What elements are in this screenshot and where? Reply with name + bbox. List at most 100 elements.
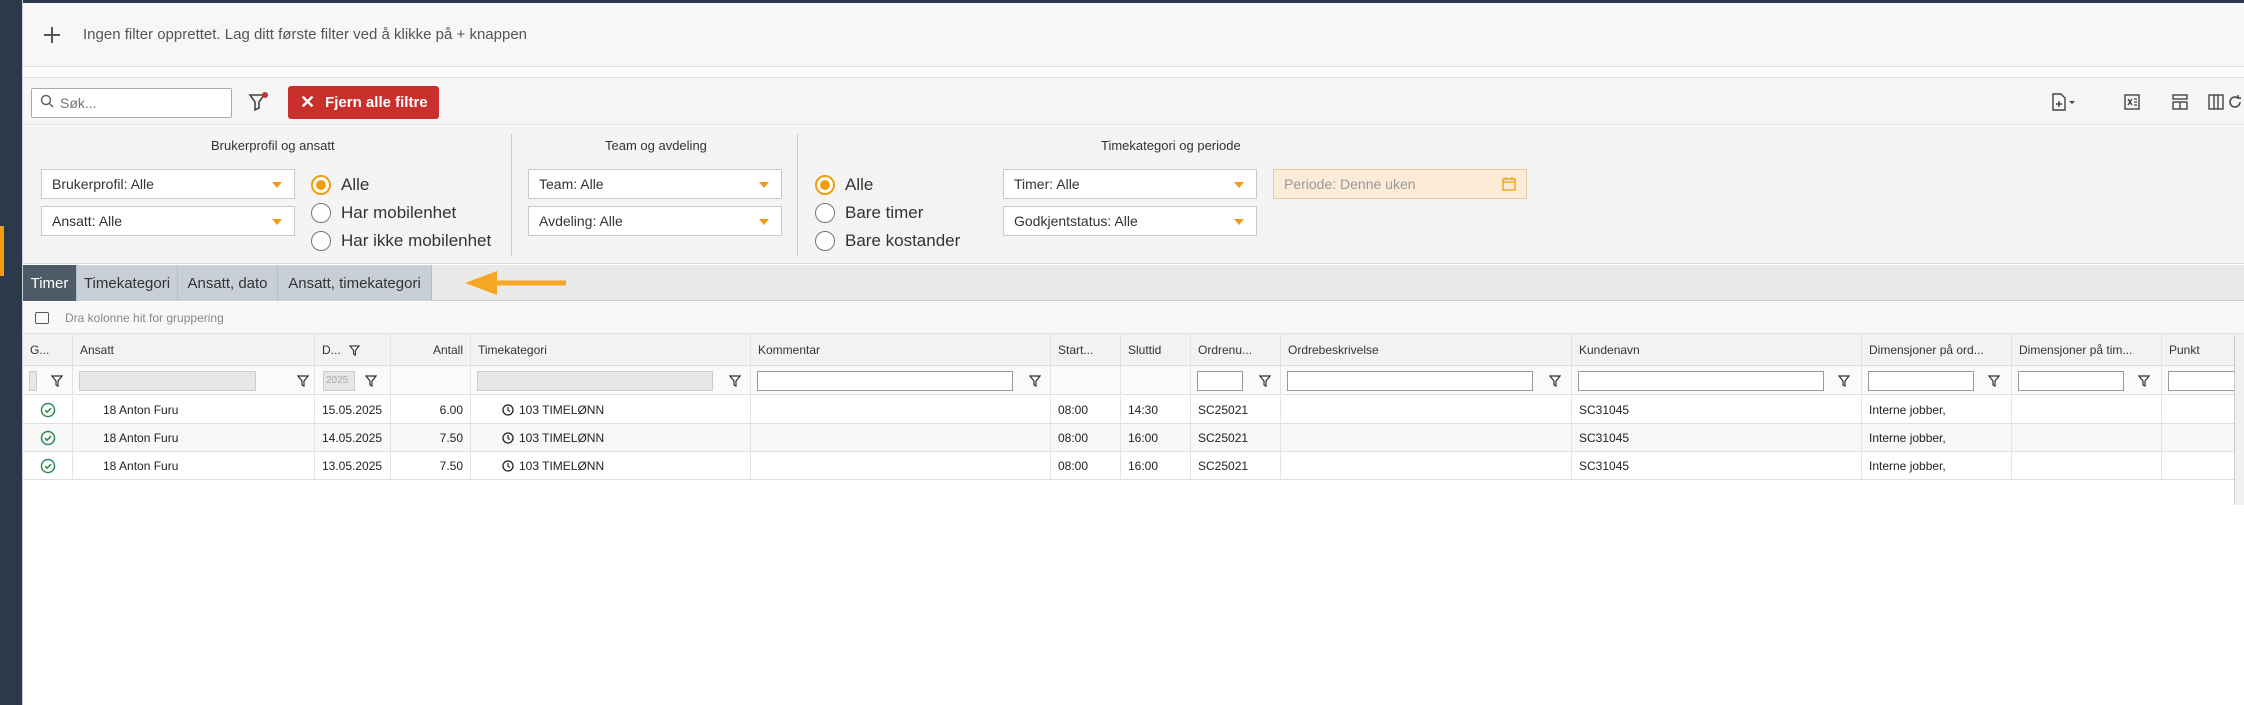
clear-all-filters-button[interactable]: ✕ Fjern alle filtre [288, 86, 439, 119]
radio-label: Alle [845, 175, 874, 194]
new-document-icon[interactable] [2050, 88, 2078, 116]
end-time-cell-text: 16:00 [1128, 459, 1159, 473]
group-title-team: Team og avdeling [605, 138, 707, 153]
column-header-sluttid[interactable]: Sluttid [1121, 334, 1191, 366]
radio-only-hours[interactable]: Bare timer [815, 203, 923, 223]
approval-status-dropdown[interactable]: Godkjentstatus: Alle [1003, 206, 1257, 236]
no-filter-message: Ingen filter opprettet. Lag ditt første … [83, 26, 528, 43]
filter-icon[interactable] [297, 374, 309, 387]
period-picker[interactable]: Periode: Denne uken [1273, 169, 1527, 199]
filter-icon[interactable] [1259, 374, 1271, 387]
excel-export-icon[interactable] [2118, 88, 2146, 116]
radio-indicator [311, 231, 331, 251]
filter-icon[interactable] [2138, 374, 2150, 387]
dim-order-filter-box[interactable] [1868, 370, 1974, 391]
punkt-cell [2162, 452, 2244, 480]
filter-row: 2025 [23, 366, 2244, 395]
filter-icon[interactable] [365, 374, 377, 387]
column-header-dato[interactable]: D... [315, 334, 391, 366]
tab-timer[interactable]: Timer [23, 265, 77, 301]
radio-indicator [311, 175, 331, 195]
column-header-antall[interactable]: Antall [391, 334, 471, 366]
column-header-timekategori[interactable]: Timekategori [471, 334, 751, 366]
column-header-dimensjoner-ordre[interactable]: Dimensjoner på ord... [1862, 334, 2012, 366]
column-header-punkt[interactable]: Punkt [2162, 334, 2244, 366]
radio-indicator [815, 175, 835, 195]
customer-cell: SC31045 [1572, 452, 1862, 480]
customer-cell-text: SC31045 [1579, 431, 1630, 445]
filter-icon[interactable] [1838, 374, 1850, 387]
table-row[interactable]: 18 Anton Furu 14.05.2025 7.50 103 TIMELØNN 0… [23, 424, 2244, 452]
radio-category-all[interactable]: Alle [815, 175, 873, 195]
filter-icon[interactable] [1029, 374, 1041, 387]
department-dropdown[interactable]: Avdeling: Alle [528, 206, 782, 236]
radio-label: Bare timer [845, 203, 924, 222]
filter-icon[interactable] [729, 374, 741, 387]
column-header-kundenavn[interactable]: Kundenavn [1572, 334, 1862, 366]
column-header-godkjent[interactable]: G... [23, 334, 73, 366]
side-panel-tab[interactable] [2234, 335, 2244, 505]
arrow-annotation-icon [465, 271, 566, 295]
radio-label: Har ikke mobilenhet [341, 231, 492, 250]
search-box[interactable] [31, 88, 232, 118]
tab-ansatt-timekategori[interactable]: Ansatt, timekategori [278, 265, 432, 301]
hours-dropdown[interactable]: Timer: Alle [1003, 169, 1257, 199]
dim-time-filter-box[interactable] [2018, 370, 2124, 391]
table-row[interactable]: 18 Anton Furu 15.05.2025 6.00 103 TIMELØNN 0… [23, 396, 2244, 424]
comment-filter-box[interactable] [757, 370, 1013, 391]
date-cell: 15.05.2025 [315, 396, 391, 424]
team-dropdown[interactable]: Team: Alle [528, 169, 782, 199]
filter-cell [23, 366, 73, 395]
start-time-cell-text: 08:00 [1058, 431, 1089, 445]
column-header-ordrebeskrivelse[interactable]: Ordrebeskrivelse [1281, 334, 1572, 366]
end-time-cell-text: 16:00 [1128, 431, 1159, 445]
chevron-down-icon [1234, 219, 1244, 225]
order-number-cell: SC25021 [1191, 424, 1281, 452]
search-input[interactable] [60, 95, 210, 111]
order-number-filter-box[interactable] [1197, 370, 1243, 391]
time-category-cell-text: 103 TIMELØNN [519, 431, 605, 445]
date-filter-box[interactable]: 2025 [323, 370, 355, 391]
tab-ansatt-dato[interactable]: Ansatt, dato [178, 265, 278, 301]
table-row[interactable]: 18 Anton Furu 13.05.2025 7.50 103 TIMELØNN 0… [23, 452, 2244, 480]
customer-filter-box[interactable] [1578, 370, 1824, 391]
customer-cell-text: SC31045 [1579, 403, 1630, 417]
end-time-cell: 16:00 [1121, 452, 1191, 480]
column-header-ansatt[interactable]: Ansatt [73, 334, 315, 366]
filter-icon [348, 344, 360, 356]
filter-cell [1191, 366, 1281, 395]
filter-cell [751, 366, 1051, 395]
user-profile-dropdown[interactable]: Brukerprofil: Alle [41, 169, 295, 199]
column-header-kommentar[interactable]: Kommentar [751, 334, 1051, 366]
column-header-starttid[interactable]: Start... [1051, 334, 1121, 366]
radio-no-mobile[interactable]: Har ikke mobilenhet [311, 231, 491, 251]
employee-cell-text: 18 Anton Furu [103, 459, 179, 473]
order-description-filter-box[interactable] [1287, 370, 1533, 391]
punkt-filter-box[interactable] [2168, 370, 2240, 391]
plus-icon[interactable] [43, 21, 71, 49]
refresh-icon[interactable] [2225, 88, 2244, 116]
grouping-bar: Dra kolonne hit for gruppering [23, 302, 2244, 334]
filter-settings-icon[interactable] [247, 90, 271, 114]
radio-has-mobile[interactable]: Har mobilenhet [311, 203, 456, 223]
tab-timekategori[interactable]: Timekategori [77, 265, 178, 301]
group-title-time-category: Timekategori og periode [1101, 138, 1241, 153]
order-description-cell [1281, 452, 1572, 480]
radio-only-costs[interactable]: Bare kostander [815, 231, 960, 251]
layout-icon[interactable] [2166, 88, 2194, 116]
calendar-icon[interactable] [1502, 177, 1516, 194]
filter-icon[interactable] [1988, 374, 2000, 387]
divider [511, 134, 512, 256]
filter-icon[interactable] [51, 374, 63, 387]
column-header-dimensjoner-time[interactable]: Dimensjoner på tim... [2012, 334, 2162, 366]
radio-mobile-all[interactable]: Alle [311, 175, 369, 195]
column-header-ordrenummer[interactable]: Ordrenu... [1191, 334, 1281, 366]
filter-cell: 2025 [315, 366, 391, 395]
dimension-time-cell [2012, 396, 2162, 424]
filter-cell [391, 366, 471, 395]
filter-icon[interactable] [1549, 374, 1561, 387]
comment-cell [751, 452, 1051, 480]
employee-cell-text: 18 Anton Furu [103, 403, 179, 417]
dimension-order-cell: Interne jobber, [1862, 396, 2012, 424]
employee-dropdown[interactable]: Ansatt: Alle [41, 206, 295, 236]
